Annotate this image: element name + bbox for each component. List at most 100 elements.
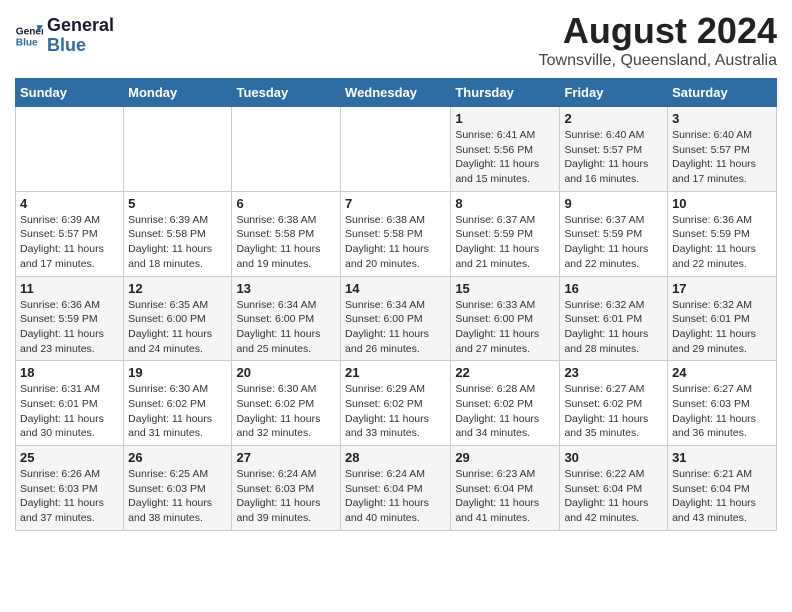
day-number: 24 <box>672 365 772 380</box>
day-number: 29 <box>455 450 555 465</box>
calendar-body: 1 Sunrise: 6:41 AM Sunset: 5:56 PM Daylig… <box>16 107 777 531</box>
day-info: Sunrise: 6:39 AM Sunset: 5:57 PM Dayligh… <box>20 213 119 272</box>
calendar-cell: 28Sunrise: 6:24 AM Sunset: 6:04 PM Dayli… <box>341 446 451 531</box>
calendar-cell: 14Sunrise: 6:34 AM Sunset: 6:00 PM Dayli… <box>341 276 451 361</box>
calendar-week-row: 25 Sunrise: 6:26 AM Sunset: 6:03 PM Dayli… <box>16 446 777 531</box>
day-info: Sunrise: 6:34 AM Sunset: 6:00 PM Dayligh… <box>345 298 446 357</box>
calendar-cell: 10 Sunrise: 6:36 AM Sunset: 5:59 PM Dayli… <box>668 191 777 276</box>
day-number: 31 <box>672 450 772 465</box>
day-info: Sunrise: 6:39 AM Sunset: 5:58 PM Dayligh… <box>128 213 227 272</box>
day-info: Sunrise: 6:38 AM Sunset: 5:58 PM Dayligh… <box>345 213 446 272</box>
day-info: Sunrise: 6:37 AM Sunset: 5:59 PM Dayligh… <box>455 213 555 272</box>
day-info: Sunrise: 6:21 AM Sunset: 6:04 PM Dayligh… <box>672 467 772 526</box>
calendar-cell: 30Sunrise: 6:22 AM Sunset: 6:04 PM Dayli… <box>560 446 668 531</box>
day-number: 23 <box>564 365 663 380</box>
day-info: Sunrise: 6:32 AM Sunset: 6:01 PM Dayligh… <box>564 298 663 357</box>
calendar-cell <box>124 107 232 192</box>
calendar-cell: 6 Sunrise: 6:38 AM Sunset: 5:58 PM Daylig… <box>232 191 341 276</box>
calendar-cell: 20 Sunrise: 6:30 AM Sunset: 6:02 PM Dayli… <box>232 361 341 446</box>
calendar-cell: 7 Sunrise: 6:38 AM Sunset: 5:58 PM Daylig… <box>341 191 451 276</box>
calendar-cell: 27Sunrise: 6:24 AM Sunset: 6:03 PM Dayli… <box>232 446 341 531</box>
day-info: Sunrise: 6:40 AM Sunset: 5:57 PM Dayligh… <box>672 128 772 187</box>
logo-icon: General Blue <box>15 22 43 50</box>
calendar-cell <box>232 107 341 192</box>
calendar-week-row: 18Sunrise: 6:31 AM Sunset: 6:01 PM Dayli… <box>16 361 777 446</box>
day-info: Sunrise: 6:30 AM Sunset: 6:02 PM Dayligh… <box>128 382 227 441</box>
day-number: 25 <box>20 450 119 465</box>
calendar-cell: 1 Sunrise: 6:41 AM Sunset: 5:56 PM Daylig… <box>451 107 560 192</box>
column-header-saturday: Saturday <box>668 79 777 107</box>
calendar-cell: 16Sunrise: 6:32 AM Sunset: 6:01 PM Dayli… <box>560 276 668 361</box>
calendar-cell: 11Sunrise: 6:36 AM Sunset: 5:59 PM Dayli… <box>16 276 124 361</box>
day-info: Sunrise: 6:27 AM Sunset: 6:02 PM Dayligh… <box>564 382 663 441</box>
calendar-week-row: 1 Sunrise: 6:41 AM Sunset: 5:56 PM Daylig… <box>16 107 777 192</box>
calendar-cell: 24 Sunrise: 6:27 AM Sunset: 6:03 PM Dayli… <box>668 361 777 446</box>
day-info: Sunrise: 6:29 AM Sunset: 6:02 PM Dayligh… <box>345 382 446 441</box>
main-title: August 2024 <box>539 10 777 52</box>
day-number: 9 <box>564 196 663 211</box>
column-header-thursday: Thursday <box>451 79 560 107</box>
calendar-cell: 21 Sunrise: 6:29 AM Sunset: 6:02 PM Dayli… <box>341 361 451 446</box>
day-number: 22 <box>455 365 555 380</box>
logo: General Blue General Blue <box>15 16 114 56</box>
day-number: 15 <box>455 281 555 296</box>
calendar-cell <box>341 107 451 192</box>
day-number: 5 <box>128 196 227 211</box>
column-header-friday: Friday <box>560 79 668 107</box>
logo-text: General Blue <box>47 16 114 56</box>
calendar-cell: 31 Sunrise: 6:21 AM Sunset: 6:04 PM Dayli… <box>668 446 777 531</box>
calendar-cell: 29 Sunrise: 6:23 AM Sunset: 6:04 PM Dayli… <box>451 446 560 531</box>
day-info: Sunrise: 6:35 AM Sunset: 6:00 PM Dayligh… <box>128 298 227 357</box>
day-info: Sunrise: 6:30 AM Sunset: 6:02 PM Dayligh… <box>236 382 336 441</box>
day-info: Sunrise: 6:32 AM Sunset: 6:01 PM Dayligh… <box>672 298 772 357</box>
calendar-week-row: 11Sunrise: 6:36 AM Sunset: 5:59 PM Dayli… <box>16 276 777 361</box>
day-number: 2 <box>564 111 663 126</box>
svg-text:Blue: Blue <box>16 37 38 48</box>
day-info: Sunrise: 6:24 AM Sunset: 6:04 PM Dayligh… <box>345 467 446 526</box>
day-number: 4 <box>20 196 119 211</box>
logo-blue: Blue <box>47 35 86 55</box>
day-info: Sunrise: 6:28 AM Sunset: 6:02 PM Dayligh… <box>455 382 555 441</box>
day-info: Sunrise: 6:25 AM Sunset: 6:03 PM Dayligh… <box>128 467 227 526</box>
day-number: 3 <box>672 111 772 126</box>
day-number: 27 <box>236 450 336 465</box>
calendar-header-row: SundayMondayTuesdayWednesdayThursdayFrid… <box>16 79 777 107</box>
column-header-wednesday: Wednesday <box>341 79 451 107</box>
day-number: 21 <box>345 365 446 380</box>
calendar-cell <box>16 107 124 192</box>
day-info: Sunrise: 6:41 AM Sunset: 5:56 PM Dayligh… <box>455 128 555 187</box>
calendar-week-row: 4 Sunrise: 6:39 AM Sunset: 5:57 PM Daylig… <box>16 191 777 276</box>
day-number: 11 <box>20 281 119 296</box>
day-info: Sunrise: 6:22 AM Sunset: 6:04 PM Dayligh… <box>564 467 663 526</box>
day-info: Sunrise: 6:26 AM Sunset: 6:03 PM Dayligh… <box>20 467 119 526</box>
day-number: 12 <box>128 281 227 296</box>
subtitle: Townsville, Queensland, Australia <box>539 52 777 70</box>
day-info: Sunrise: 6:27 AM Sunset: 6:03 PM Dayligh… <box>672 382 772 441</box>
day-number: 7 <box>345 196 446 211</box>
day-number: 6 <box>236 196 336 211</box>
day-info: Sunrise: 6:40 AM Sunset: 5:57 PM Dayligh… <box>564 128 663 187</box>
day-info: Sunrise: 6:37 AM Sunset: 5:59 PM Dayligh… <box>564 213 663 272</box>
day-info: Sunrise: 6:36 AM Sunset: 5:59 PM Dayligh… <box>672 213 772 272</box>
day-number: 19 <box>128 365 227 380</box>
calendar-cell: 25 Sunrise: 6:26 AM Sunset: 6:03 PM Dayli… <box>16 446 124 531</box>
day-number: 10 <box>672 196 772 211</box>
calendar-cell: 9 Sunrise: 6:37 AM Sunset: 5:59 PM Daylig… <box>560 191 668 276</box>
day-info: Sunrise: 6:34 AM Sunset: 6:00 PM Dayligh… <box>236 298 336 357</box>
calendar-cell: 17Sunrise: 6:32 AM Sunset: 6:01 PM Dayli… <box>668 276 777 361</box>
day-info: Sunrise: 6:23 AM Sunset: 6:04 PM Dayligh… <box>455 467 555 526</box>
day-number: 26 <box>128 450 227 465</box>
day-number: 1 <box>455 111 555 126</box>
day-info: Sunrise: 6:38 AM Sunset: 5:58 PM Dayligh… <box>236 213 336 272</box>
calendar-cell: 8Sunrise: 6:37 AM Sunset: 5:59 PM Daylig… <box>451 191 560 276</box>
calendar-cell: 12 Sunrise: 6:35 AM Sunset: 6:00 PM Dayli… <box>124 276 232 361</box>
calendar-cell: 22 Sunrise: 6:28 AM Sunset: 6:02 PM Dayli… <box>451 361 560 446</box>
title-block: August 2024 Townsville, Queensland, Aust… <box>539 10 777 70</box>
column-header-monday: Monday <box>124 79 232 107</box>
calendar-cell: 19 Sunrise: 6:30 AM Sunset: 6:02 PM Dayli… <box>124 361 232 446</box>
day-number: 13 <box>236 281 336 296</box>
calendar-cell: 13 Sunrise: 6:34 AM Sunset: 6:00 PM Dayli… <box>232 276 341 361</box>
calendar-cell: 23 Sunrise: 6:27 AM Sunset: 6:02 PM Dayli… <box>560 361 668 446</box>
column-header-sunday: Sunday <box>16 79 124 107</box>
day-number: 20 <box>236 365 336 380</box>
